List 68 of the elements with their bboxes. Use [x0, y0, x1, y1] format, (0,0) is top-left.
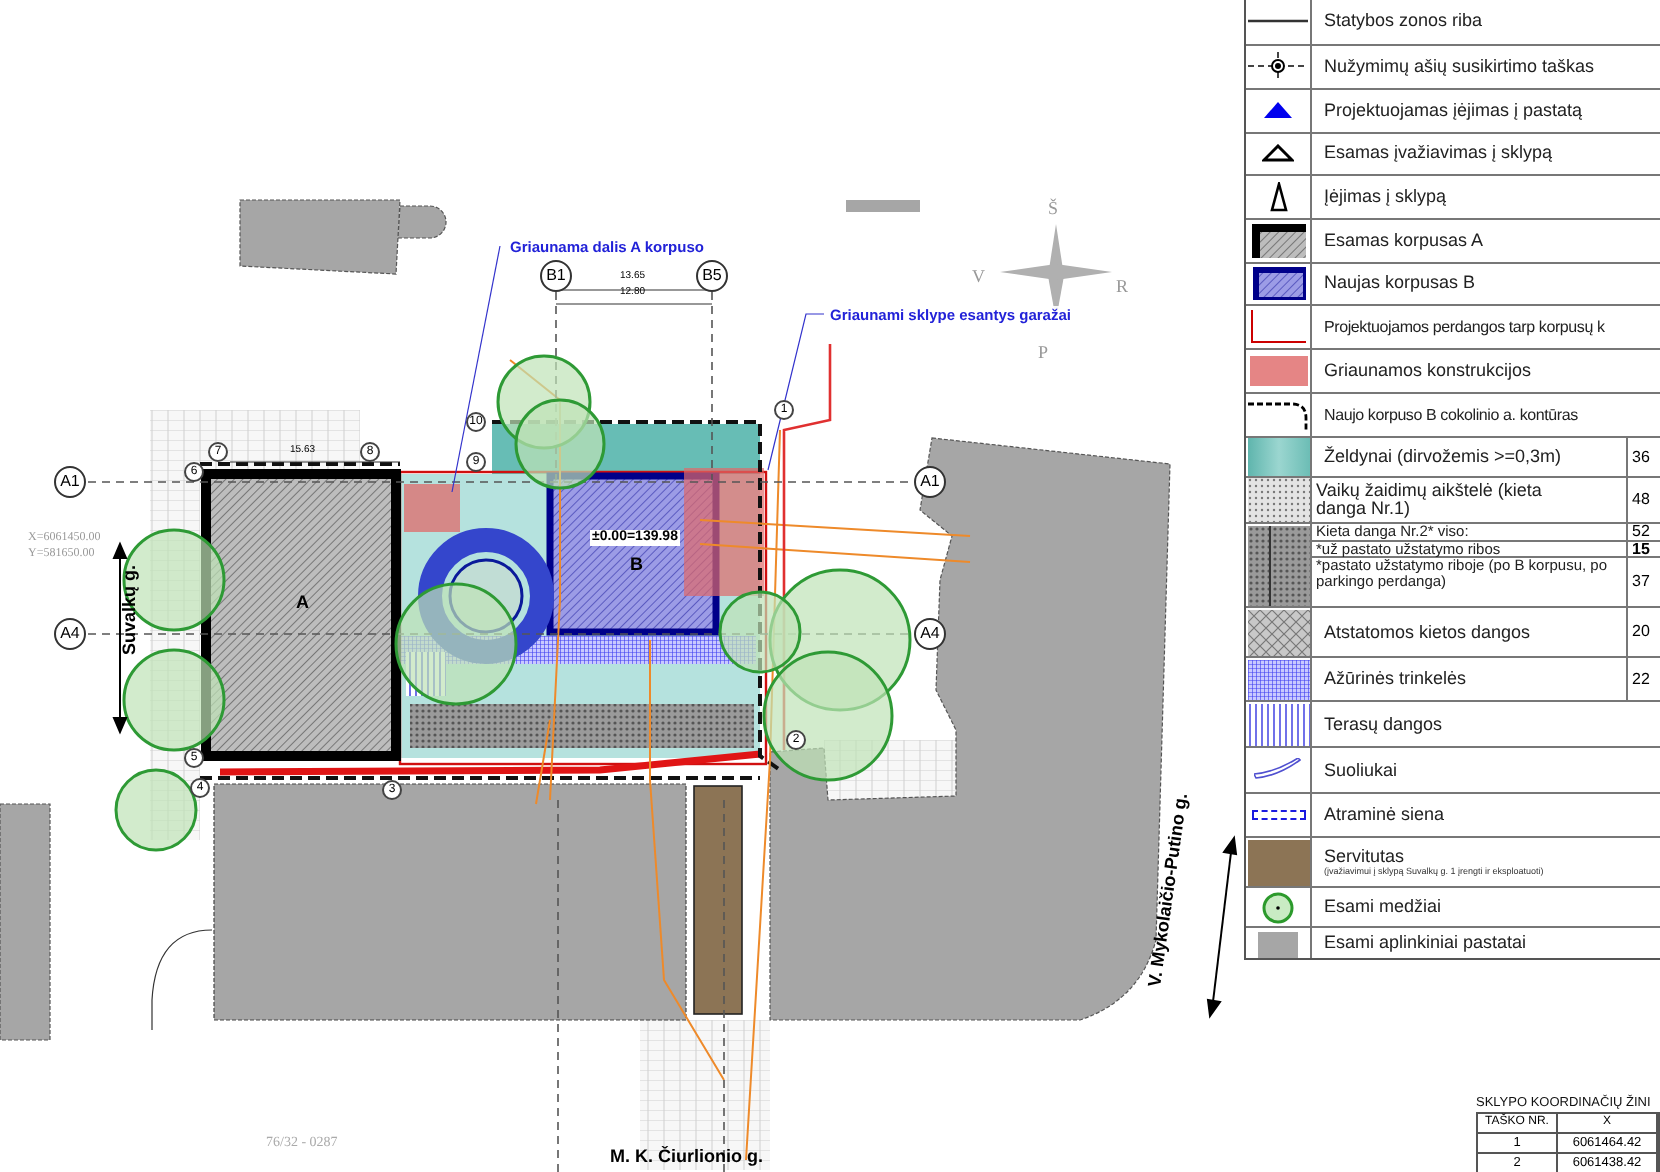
compass-label: Š: [1048, 196, 1059, 222]
axis-marker: A4: [54, 618, 86, 650]
triangle-icon: [1269, 181, 1287, 212]
legend-value: 37: [1626, 558, 1660, 607]
legend-label: Naujas korpusas B: [1324, 274, 1478, 293]
legend-label: Naujo korpuso B cokolinio a. kontūras: [1324, 406, 1580, 425]
legend-label: Nužymimų ašių susikirtimo taškas: [1324, 57, 1597, 76]
demolition-swatch: [1249, 356, 1307, 386]
legend-label: Esami medžiai: [1324, 898, 1444, 916]
legend-label: Esamas įvažiavimas į sklypą: [1324, 144, 1555, 163]
playground-swatch: [1247, 478, 1309, 523]
triangle-icon: [1264, 102, 1292, 119]
legend-value: 20: [1626, 608, 1660, 657]
axis-marker: B1: [540, 260, 572, 292]
legend-label: Griaunamos konstrukcijos: [1324, 362, 1534, 380]
legend-label: Želdynai (dirvožemis >=0,3m): [1324, 448, 1564, 467]
compass-label: V: [972, 264, 985, 290]
demolition-area: [404, 484, 460, 532]
tree-canopy: [514, 398, 606, 490]
axis-marker: B5: [696, 260, 728, 292]
bench-icon: [1254, 758, 1302, 783]
legend-label: Esami aplinkiniai pastatai: [1324, 933, 1529, 952]
axis-marker: A4: [914, 618, 946, 650]
legend-value: 36: [1626, 438, 1660, 477]
building-label: A: [296, 592, 309, 612]
legend-label: Projektuojamos perdangos tarp korpusų k: [1324, 317, 1607, 336]
zone-line-icon: [1248, 18, 1308, 25]
axis-marker: A1: [54, 466, 86, 498]
legend-label: Terasų dangos: [1324, 715, 1445, 734]
legend-value: 52: [1626, 524, 1660, 541]
legend-value: 22: [1626, 658, 1660, 701]
slab-outline-icon: [1250, 309, 1306, 344]
legend-value: 48: [1626, 478, 1660, 523]
legend-label: Atraminė siena: [1324, 806, 1447, 825]
curb-line: [151, 929, 213, 1031]
legend-value: 15: [1626, 542, 1660, 557]
basement-outline-icon: [1248, 399, 1308, 432]
legend-label: Ažūrinės trinkelės: [1324, 670, 1469, 689]
tree-canopy: [114, 768, 198, 852]
tree-canopy: [394, 582, 518, 706]
compass-label: P: [1038, 340, 1049, 366]
terrace-swatch: [1247, 703, 1309, 746]
axis-marker: A1: [914, 466, 946, 498]
legend-label: Servitutas: [1324, 847, 1407, 866]
legend-label: Vaikų žaidimų aikštelė (kieta danga Nr.1): [1316, 482, 1544, 519]
greenery-swatch: [1247, 438, 1309, 477]
neighbor-building: [846, 200, 920, 212]
paving-swatch: [1247, 609, 1309, 656]
legend-label: Įėjimas į sklypą: [1324, 187, 1449, 206]
legend-label: Projektuojamas įėjimas į pastatą: [1324, 101, 1585, 120]
retaining-wall-icon: [1251, 810, 1305, 821]
triangle-icon: [1262, 144, 1294, 163]
building-swatch: [1251, 223, 1305, 258]
building-swatch: [1251, 266, 1305, 301]
building-swatch: [1258, 931, 1298, 958]
legend-label: Statybos zonos riba: [1324, 12, 1485, 31]
building-label: B: [630, 554, 643, 574]
legend-label: Esamas korpusas A: [1324, 231, 1486, 250]
pavers-swatch: [1247, 659, 1309, 700]
tree-icon: [1262, 891, 1294, 923]
demolition-area: [684, 468, 764, 596]
legend-label: Atstatomos kietos dangos: [1324, 623, 1533, 642]
street-name: M. K. Čiurlionio g.: [610, 1146, 763, 1166]
easement-swatch: [1247, 839, 1309, 886]
compass-label: R: [1116, 274, 1129, 300]
paving-swatch: [1247, 525, 1309, 606]
street-name: Suvalkų g.: [119, 565, 139, 655]
legend-label: Suoliukai: [1324, 761, 1400, 780]
